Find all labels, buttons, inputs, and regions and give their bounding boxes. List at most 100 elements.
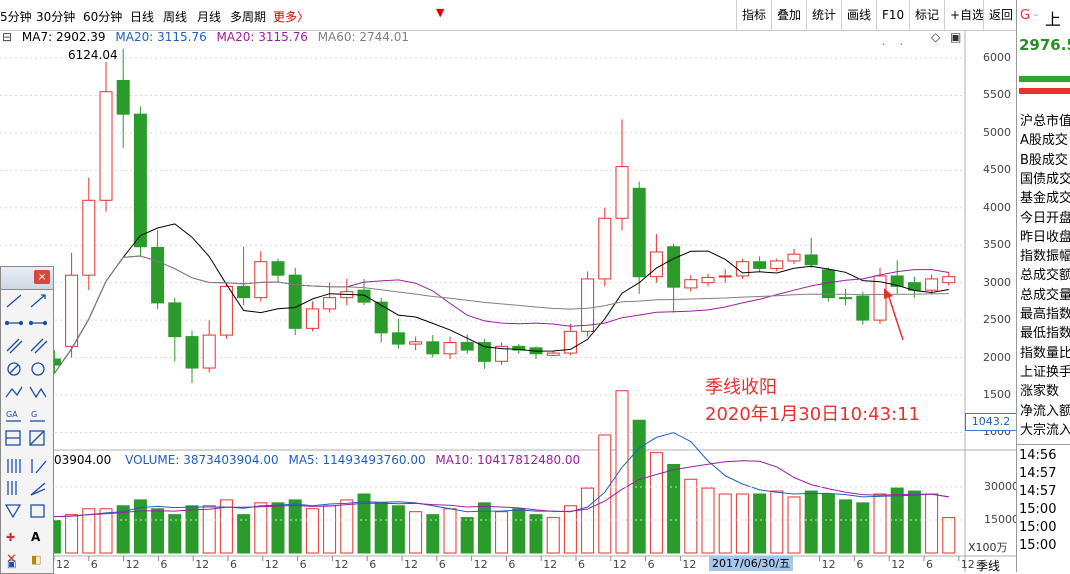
volume-bar — [460, 517, 474, 554]
volume-bar — [581, 487, 595, 554]
channel-tool-icon — [30, 338, 44, 352]
volume-bar — [305, 508, 319, 554]
candle-body — [202, 334, 216, 369]
x-tick: 12 — [195, 558, 210, 571]
quote-row-label: 昨日收盘 — [1020, 229, 1070, 245]
x-tick: 12 — [56, 558, 70, 571]
candle-body — [116, 79, 130, 115]
candle-body — [82, 199, 96, 276]
candle-body — [99, 91, 113, 201]
quote-row-label: A股成交 — [1020, 133, 1068, 149]
up-bar — [1019, 88, 1070, 94]
volume-bar — [753, 493, 767, 554]
volume-bar — [323, 505, 337, 554]
tick-time: 15:00 — [1019, 502, 1057, 517]
volume-bar — [925, 493, 939, 554]
quote-row-label: B股成交 — [1020, 152, 1068, 168]
x-tick: 6 — [160, 558, 168, 571]
ray-tool-icon — [30, 294, 46, 308]
volume-bar — [718, 493, 732, 554]
x-tick: 12 — [473, 558, 488, 571]
volume-bar — [202, 505, 216, 554]
text-tool-icon: A — [31, 530, 41, 544]
kline-chart[interactable] — [0, 0, 1016, 572]
price-tick: 5500 — [983, 88, 1011, 102]
volume-bar — [477, 502, 491, 554]
price-tick: 4000 — [983, 200, 1011, 214]
candle-body — [65, 274, 79, 347]
g-icon[interactable]: G — [1020, 8, 1030, 23]
quote-row-label: 沪总市值 — [1020, 114, 1070, 129]
candle-body — [409, 341, 423, 345]
candle-body — [185, 336, 199, 369]
x-tick: 6 — [856, 558, 864, 571]
quote-row-label: 指数振幅 — [1020, 249, 1070, 265]
volume-bar — [770, 490, 784, 554]
x-tick: 12 — [612, 558, 627, 571]
price-tick: 2000 — [983, 350, 1011, 364]
volume-ma10: MA10: 10417812480.00 — [435, 453, 581, 467]
candle-body — [649, 251, 663, 278]
candle-body — [426, 341, 440, 355]
x-tick: 12 — [404, 558, 418, 571]
candle-body — [753, 261, 767, 269]
volume-tick: 15000 — [984, 513, 1019, 526]
volume-bar — [615, 390, 629, 554]
candle-body — [374, 301, 388, 334]
close-icon[interactable]: × — [34, 270, 50, 284]
volume-bar — [512, 508, 526, 554]
gann-grid-icon: G — [31, 410, 37, 419]
ellipse-tool-icon — [31, 362, 45, 376]
volume-bar — [340, 499, 354, 554]
candle-body — [942, 276, 956, 284]
quote-row-label: 指数量比 — [1020, 345, 1070, 361]
candle-body — [684, 279, 698, 289]
wave-tool-icon — [5, 386, 23, 398]
volume-bar — [185, 505, 199, 554]
quote-row-label: 总成交量 — [1020, 287, 1070, 303]
volume-legend: 03904.00 VOLUME: 3873403904.00 MA5: 1149… — [54, 453, 580, 467]
candle-body — [615, 166, 629, 219]
x-tick: 12 — [821, 558, 836, 571]
volume-bar — [495, 511, 509, 554]
volume-bar — [99, 508, 113, 554]
candle-body — [133, 113, 147, 248]
candle-body — [667, 246, 681, 288]
volume-ma5: MA5: 11493493760.00 — [288, 453, 426, 467]
candle-body — [804, 254, 818, 266]
candle-body — [271, 261, 285, 276]
volume-tick: 30000 — [984, 480, 1019, 493]
quote-row-label: 今日开盘 — [1020, 210, 1070, 226]
volume-bar — [667, 464, 681, 554]
candle-body — [443, 342, 457, 355]
volume-left-value: 03904.00 — [54, 453, 112, 467]
down-bar — [1019, 76, 1070, 82]
save-tool-icon[interactable]: ▣ — [7, 559, 16, 570]
period-label[interactable]: 季线 — [976, 557, 1000, 574]
candle-body — [632, 187, 646, 278]
candle-body — [701, 276, 715, 284]
volume-bar — [374, 502, 388, 554]
index-price: 2976.5 — [1019, 36, 1070, 54]
gann-fan-icon: GA — [6, 410, 18, 419]
rect-tool-icon — [30, 504, 45, 518]
x-tick: 6 — [578, 558, 585, 571]
candle-body — [391, 332, 405, 345]
palette-header[interactable]: × — [1, 267, 53, 290]
quote-row-label: 最低指数 — [1020, 326, 1070, 342]
volume-bar — [907, 490, 921, 554]
price-tick: 4500 — [983, 163, 1011, 177]
volume-bar — [942, 517, 956, 554]
candle-body — [219, 285, 233, 336]
x-tick: 12 — [682, 558, 697, 571]
volume-bar — [839, 499, 853, 554]
x-cursor-date: 2017/06/30/五 — [709, 556, 794, 571]
index-name: 上 — [1045, 10, 1062, 29]
x-tick: 12 — [264, 558, 279, 571]
quote-row-label: 国债成交 — [1020, 171, 1070, 187]
x-tick: 6 — [230, 558, 237, 571]
arrowhead-icon — [884, 288, 893, 299]
line-tool-icon — [6, 294, 22, 308]
candle-body — [770, 260, 784, 269]
palette-icons: GA G ✚ A ✕ ◧ — [4, 294, 48, 567]
